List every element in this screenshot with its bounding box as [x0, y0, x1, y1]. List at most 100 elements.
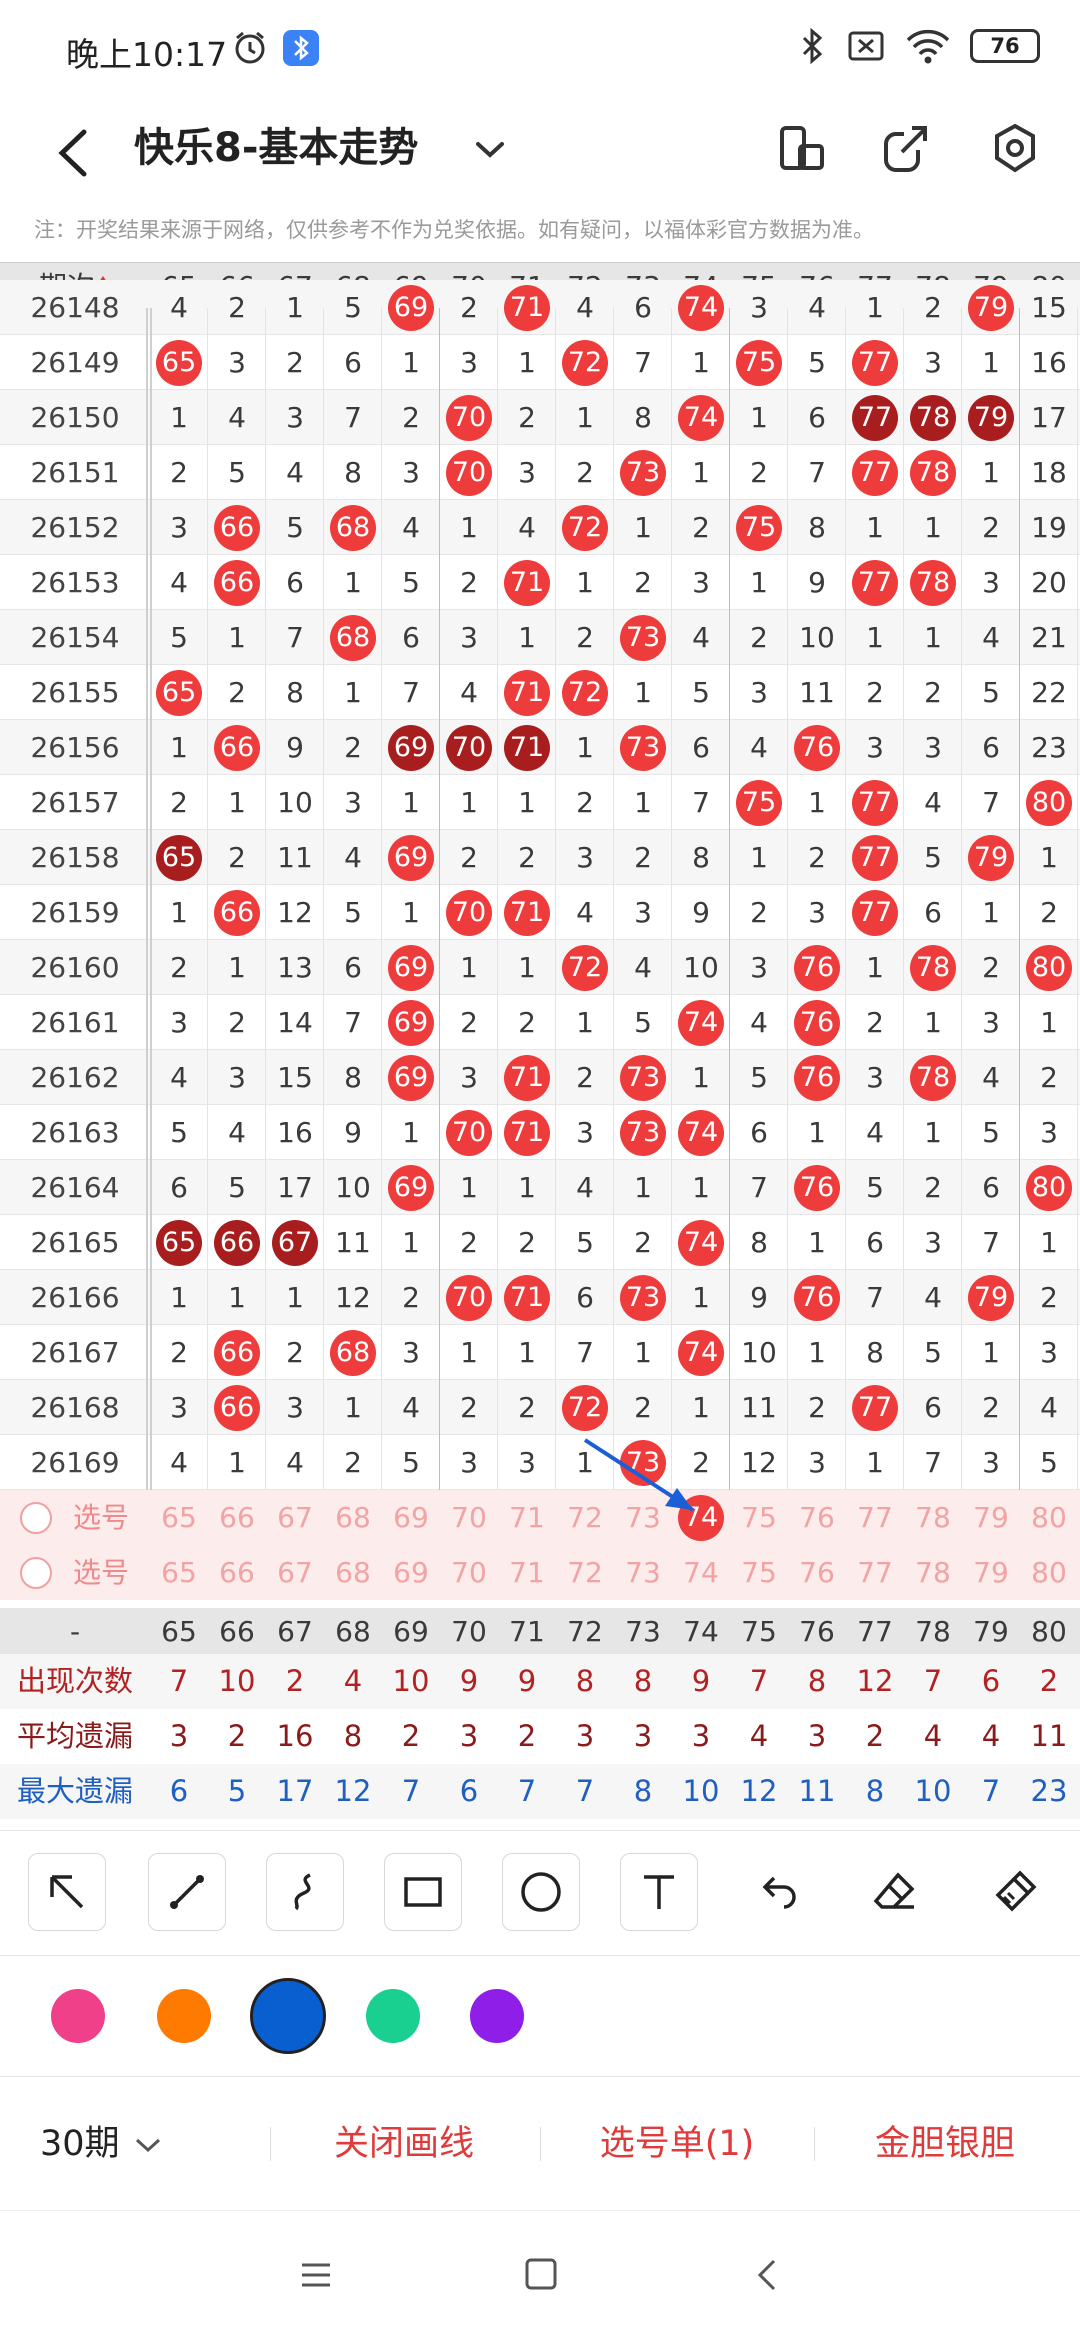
drawn-number-ball[interactable]: 70 — [446, 394, 492, 441]
drawn-number-ball[interactable]: 79 — [968, 834, 1014, 881]
selectable-number[interactable]: 79 — [962, 1545, 1020, 1600]
drawn-number-ball[interactable]: 69 — [388, 834, 434, 881]
drawn-number-ball[interactable]: 78 — [910, 944, 956, 991]
color-swatch[interactable] — [157, 1989, 211, 2043]
drawn-number-ball[interactable]: 72 — [562, 669, 608, 716]
selectable-number[interactable]: 76 — [788, 1545, 846, 1600]
drawn-number-ball[interactable]: 65 — [156, 1219, 202, 1266]
selectable-number[interactable]: 67 — [266, 1545, 324, 1600]
drawn-number-ball[interactable]: 68 — [330, 504, 376, 551]
line-tool-button[interactable] — [148, 1853, 226, 1931]
drawn-number-ball[interactable]: 78 — [910, 559, 956, 606]
selectable-number[interactable]: 73 — [614, 1490, 672, 1545]
page-title[interactable]: 快乐8-基本走势 — [134, 116, 418, 180]
circle-tool-button[interactable] — [502, 1853, 580, 1931]
color-swatch-selected[interactable] — [250, 1978, 326, 2054]
drawn-number-ball[interactable]: 80 — [1026, 1164, 1072, 1211]
undo-button[interactable] — [740, 1853, 818, 1931]
drawn-number-ball[interactable]: 69 — [388, 1164, 434, 1211]
drawn-number-ball[interactable]: 71 — [504, 889, 550, 936]
drawn-number-ball[interactable]: 74 — [678, 1329, 724, 1376]
drawn-number-ball[interactable]: 70 — [446, 1274, 492, 1321]
drawn-number-ball[interactable]: 70 — [446, 724, 492, 771]
text-tool-button[interactable] — [620, 1853, 698, 1931]
curve-tool-button[interactable] — [266, 1853, 344, 1931]
drawn-number-ball[interactable]: 69 — [388, 724, 434, 771]
drawn-number-ball[interactable]: 75 — [736, 779, 782, 826]
select-row-radio[interactable] — [20, 1557, 52, 1589]
chevron-down-icon[interactable] — [470, 124, 510, 174]
share-icon[interactable] — [874, 116, 934, 182]
drawn-number-ball[interactable]: 77 — [852, 394, 898, 441]
selectable-number[interactable]: 66 — [208, 1545, 266, 1600]
drawn-number-ball[interactable]: 73 — [620, 1439, 666, 1486]
drawn-number-ball[interactable]: 71 — [504, 669, 550, 716]
drawn-number-ball[interactable]: 78 — [910, 394, 956, 441]
eraser-button[interactable] — [856, 1853, 934, 1931]
select-row-radio[interactable] — [20, 1502, 52, 1534]
drawn-number-ball[interactable]: 76 — [794, 999, 840, 1046]
drawn-number-ball[interactable]: 66 — [214, 724, 260, 771]
drawn-number-ball[interactable]: 66 — [214, 1329, 260, 1376]
rectangle-tool-button[interactable] — [384, 1853, 462, 1931]
drawn-number-ball[interactable]: 74 — [678, 1219, 724, 1266]
drawn-number-ball[interactable]: 69 — [388, 284, 434, 331]
drawn-number-ball[interactable]: 71 — [504, 1274, 550, 1321]
drawn-number-ball[interactable]: 68 — [330, 614, 376, 661]
drawn-number-ball[interactable]: 72 — [562, 339, 608, 386]
drawn-number-ball[interactable]: 74 — [678, 999, 724, 1046]
drawn-number-ball[interactable]: 73 — [620, 724, 666, 771]
drawn-number-ball[interactable]: 77 — [852, 779, 898, 826]
drawn-number-ball[interactable]: 70 — [446, 449, 492, 496]
orientation-icon[interactable] — [770, 116, 830, 182]
selectable-number[interactable]: 66 — [208, 1490, 266, 1545]
drawn-number-ball[interactable]: 77 — [852, 449, 898, 496]
drawn-number-ball[interactable]: 73 — [620, 614, 666, 661]
selectable-number[interactable]: 79 — [962, 1490, 1020, 1545]
drawn-number-ball[interactable]: 76 — [794, 944, 840, 991]
color-swatch[interactable] — [470, 1989, 524, 2043]
selectable-number[interactable]: 75 — [730, 1545, 788, 1600]
color-swatch[interactable] — [51, 1989, 105, 2043]
drawn-number-ball[interactable]: 78 — [910, 1054, 956, 1101]
selectable-number[interactable]: 78 — [904, 1490, 962, 1545]
drawn-number-ball[interactable]: 65 — [156, 339, 202, 386]
drawn-number-ball[interactable]: 76 — [794, 724, 840, 771]
drawn-number-ball[interactable]: 76 — [794, 1164, 840, 1211]
close-lines-button[interactable]: 关闭画线 — [276, 2077, 532, 2211]
drawn-number-ball[interactable]: 68 — [330, 1329, 376, 1376]
selectable-number[interactable]: 69 — [382, 1545, 440, 1600]
drawn-number-ball[interactable]: 69 — [388, 999, 434, 1046]
selected-number-ball[interactable]: 74 — [678, 1494, 724, 1541]
drawn-number-ball[interactable]: 77 — [852, 889, 898, 936]
drawn-number-ball[interactable]: 66 — [214, 1384, 260, 1431]
drawn-number-ball[interactable]: 65 — [156, 669, 202, 716]
clear-brush-button[interactable] — [976, 1853, 1054, 1931]
drawn-number-ball[interactable]: 71 — [504, 284, 550, 331]
drawn-number-ball[interactable]: 72 — [562, 944, 608, 991]
drawn-number-ball[interactable]: 66 — [214, 889, 260, 936]
drawn-number-ball[interactable]: 77 — [852, 834, 898, 881]
select-tool-button[interactable] — [28, 1853, 106, 1931]
gold-silver-button[interactable]: 金胆银胆 — [820, 2077, 1070, 2211]
drawn-number-ball[interactable]: 80 — [1026, 779, 1072, 826]
drawn-number-ball[interactable]: 66 — [214, 559, 260, 606]
drawn-number-ball[interactable]: 70 — [446, 1109, 492, 1156]
drawn-number-ball[interactable]: 71 — [504, 724, 550, 771]
drawn-number-ball[interactable]: 73 — [620, 1109, 666, 1156]
selectable-number[interactable]: 78 — [904, 1545, 962, 1600]
drawn-number-ball[interactable]: 72 — [562, 504, 608, 551]
drawn-number-ball[interactable]: 70 — [446, 889, 492, 936]
menu-icon[interactable] — [296, 2257, 336, 2293]
selectable-number[interactable]: 68 — [324, 1490, 382, 1545]
selection-list-button[interactable]: 选号单(1) — [546, 2077, 808, 2211]
settings-icon[interactable] — [985, 116, 1045, 182]
drawn-number-ball[interactable]: 75 — [736, 504, 782, 551]
drawn-number-ball[interactable]: 76 — [794, 1054, 840, 1101]
selectable-number[interactable]: 71 — [498, 1490, 556, 1545]
selectable-number[interactable]: 68 — [324, 1545, 382, 1600]
drawn-number-ball[interactable]: 75 — [736, 339, 782, 386]
selectable-number[interactable]: 70 — [440, 1490, 498, 1545]
drawn-number-ball[interactable]: 66 — [214, 504, 260, 551]
selectable-number[interactable]: 80 — [1020, 1545, 1078, 1600]
